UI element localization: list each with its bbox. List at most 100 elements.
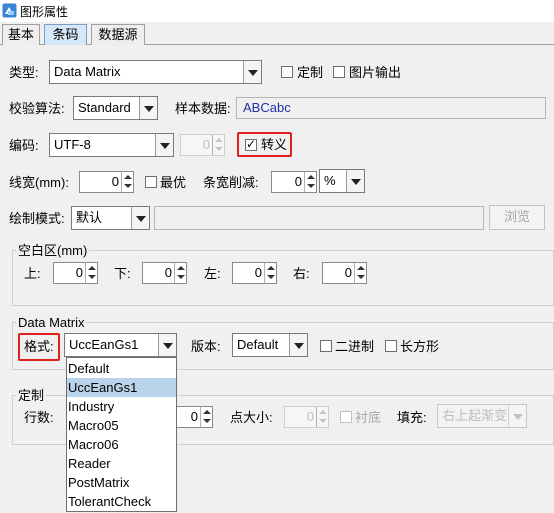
bar-reduce-spinner[interactable]: 0 (271, 171, 317, 193)
spinner-arrows-icon (212, 135, 224, 155)
spinner-arrows-icon[interactable] (121, 172, 133, 192)
fill-value: 右上起渐变 (442, 408, 508, 423)
format-option-postmatrix[interactable]: PostMatrix (67, 473, 176, 492)
format-value: UccEanGs1 (69, 337, 139, 352)
spinner-arrows-icon[interactable] (354, 263, 366, 283)
version-label: 版本: (191, 339, 221, 354)
tab-datasource[interactable]: 数据源 (91, 24, 145, 45)
rows-value: 0 (190, 409, 198, 424)
bar-reduce-unit-value: % (324, 173, 336, 188)
margin-right-label: 右: (293, 266, 310, 281)
window-title: 图形属性 (20, 5, 69, 19)
dot-size-value: 0 (306, 409, 314, 424)
margin-bottom-value: 0 (164, 265, 172, 280)
margin-right-spinner[interactable]: 0 (322, 262, 367, 284)
dot-size-spinner: 0 (284, 406, 329, 428)
bar-reduce-value: 0 (294, 174, 302, 189)
format-option-tolerantcheck[interactable]: TolerantCheck (67, 492, 176, 511)
bar-reduce-unit-select[interactable]: % (319, 169, 365, 193)
chevron-down-icon[interactable] (158, 334, 176, 356)
browse-button: 浏览 (489, 205, 545, 230)
spinner-arrows-icon[interactable] (85, 263, 97, 283)
chevron-down-icon[interactable] (139, 97, 157, 119)
fill-label: 填充: (397, 410, 427, 425)
binary-label: 二进制 (335, 339, 375, 354)
lining-label: 衬底 (355, 410, 382, 425)
encoding-spinner-value: 0 (202, 137, 210, 152)
title-bar: 图形属性 (0, 0, 554, 22)
quiet-zone-legend: 空白区(mm) (16, 243, 90, 258)
margin-left-spinner[interactable]: 0 (232, 262, 277, 284)
chevron-down-icon[interactable] (289, 334, 307, 356)
version-select[interactable]: Default (232, 333, 308, 357)
margin-bottom-label: 下: (114, 266, 131, 281)
margin-left-label: 左: (204, 266, 221, 281)
format-option-reader[interactable]: Reader (67, 454, 176, 473)
chevron-down-icon (508, 405, 526, 427)
line-width-label: 线宽(mm): (9, 175, 69, 190)
chevron-down-icon[interactable] (243, 61, 261, 83)
rows-label: 行数: (24, 410, 54, 425)
escape-label: 转义 (261, 137, 288, 152)
format-select[interactable]: UccEanGs1 (64, 333, 177, 357)
version-value: Default (237, 337, 279, 352)
dot-size-label: 点大小: (230, 410, 273, 425)
check-algorithm-select[interactable]: Standard (73, 96, 158, 120)
lining-checkbox (340, 411, 352, 423)
format-dropdown-list: Default UccEanGs1 Industry Macro05 Macro… (66, 357, 177, 512)
tab-basic[interactable]: 基本 (2, 24, 40, 45)
margin-top-spinner[interactable]: 0 (53, 262, 98, 284)
draw-mode-value: 默认 (76, 210, 103, 225)
escape-checkbox[interactable]: ✓ (245, 137, 257, 151)
margin-left-value: 0 (254, 265, 262, 280)
encoding-value: UTF-8 (54, 137, 91, 152)
chevron-down-icon[interactable] (131, 207, 149, 229)
type-select[interactable]: Data Matrix (49, 60, 262, 84)
sample-data-field: ABCabc (236, 97, 546, 119)
binary-checkbox[interactable] (320, 340, 332, 352)
draw-mode-select[interactable]: 默认 (71, 206, 150, 230)
line-width-value: 0 (111, 174, 119, 189)
check-icon: ✓ (246, 137, 257, 151)
check-algorithm-label: 校验算法: (9, 101, 65, 116)
spinner-arrows-icon[interactable] (200, 407, 212, 427)
encoding-spinner: 0 (180, 134, 225, 156)
format-label: 格式: (24, 339, 54, 354)
margin-bottom-spinner[interactable]: 0 (142, 262, 187, 284)
app-icon (2, 3, 17, 18)
chevron-down-icon[interactable] (346, 170, 364, 192)
type-value: Data Matrix (54, 64, 121, 79)
format-option-macro05[interactable]: Macro05 (67, 416, 176, 435)
format-option-macro06[interactable]: Macro06 (67, 435, 176, 454)
bar-reduce-label: 条宽削减: (203, 175, 259, 190)
format-option-uccean[interactable]: UccEanGs1 (67, 378, 176, 397)
draw-mode-path-field (154, 206, 484, 230)
sample-data-label: 样本数据: (175, 101, 231, 116)
fill-select: 右上起渐变 (437, 404, 527, 428)
margin-right-value: 0 (344, 265, 352, 280)
custom-checkbox[interactable] (281, 66, 293, 78)
format-option-industry[interactable]: Industry (67, 397, 176, 416)
image-output-label: 图片输出 (349, 65, 402, 80)
encoding-label: 编码: (9, 138, 39, 153)
type-label: 类型: (9, 65, 39, 80)
encoding-select[interactable]: UTF-8 (49, 133, 174, 157)
tab-barcode[interactable]: 条码 (44, 24, 87, 45)
spinner-arrows-icon[interactable] (264, 263, 276, 283)
format-option-default[interactable]: Default (67, 359, 176, 378)
margin-top-value: 0 (75, 265, 83, 280)
chevron-down-icon[interactable] (155, 134, 173, 156)
image-output-checkbox[interactable] (333, 66, 345, 78)
custom-legend: 定制 (16, 388, 47, 403)
draw-mode-label: 绘制模式: (9, 211, 65, 226)
line-width-spinner[interactable]: 0 (79, 171, 134, 193)
optimal-checkbox[interactable] (145, 176, 157, 188)
sample-data-value: ABCabc (243, 100, 291, 115)
spinner-arrows-icon[interactable] (304, 172, 316, 192)
spinner-arrows-icon (316, 407, 328, 427)
check-algorithm-value: Standard (78, 100, 131, 115)
datamatrix-legend: Data Matrix (16, 315, 87, 330)
margin-top-label: 上: (24, 266, 41, 281)
spinner-arrows-icon[interactable] (174, 263, 186, 283)
rectangle-checkbox[interactable] (385, 340, 397, 352)
